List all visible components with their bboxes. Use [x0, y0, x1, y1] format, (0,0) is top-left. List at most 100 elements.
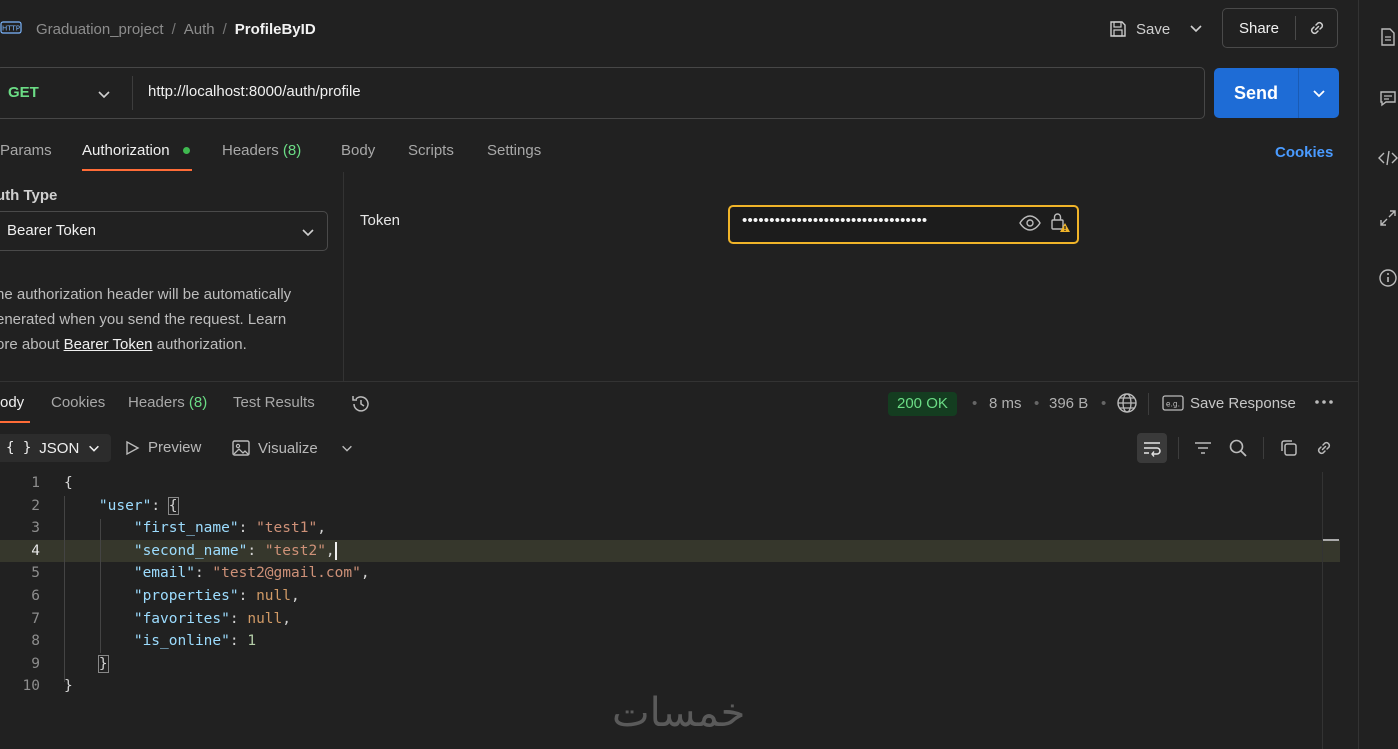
line-number: 1	[31, 475, 40, 491]
divider	[1178, 437, 1179, 459]
history-icon[interactable]	[350, 393, 372, 415]
code-line: 9 }	[0, 653, 1340, 676]
response-tab-headers[interactable]: Headers (8)	[128, 394, 207, 411]
tab-authorization[interactable]: Authorization	[82, 142, 170, 159]
chevron-down-icon[interactable]	[340, 441, 354, 455]
tab-scripts[interactable]: Scripts	[408, 142, 454, 159]
chevron-down-icon	[87, 441, 101, 455]
json-value: 1	[247, 633, 257, 650]
braces-icon: { }	[6, 440, 32, 456]
cookies-link[interactable]: Cookies	[1275, 144, 1333, 161]
eye-icon[interactable]	[1019, 215, 1041, 231]
line-number: 10	[22, 678, 40, 695]
svg-text:e.g.: e.g.	[1166, 400, 1180, 409]
documentation-icon[interactable]	[1378, 27, 1398, 47]
bracket-match: }	[97, 654, 109, 673]
format-label: JSON	[39, 439, 80, 457]
response-tab-headers-label: Headers	[128, 394, 185, 411]
tab-settings[interactable]: Settings	[487, 142, 541, 159]
divider	[132, 76, 133, 110]
play-icon	[124, 440, 140, 456]
breadcrumb-separator: /	[171, 20, 176, 38]
code-line-active: 4 "second_name": "test2",	[0, 539, 1340, 563]
globe-icon[interactable]	[1116, 392, 1138, 414]
info-icon[interactable]	[1378, 268, 1398, 288]
preview-button[interactable]: Preview	[124, 439, 201, 456]
breadcrumb-separator: /	[222, 20, 227, 38]
visualize-label: Visualize	[258, 439, 318, 457]
response-tab-body[interactable]: ody	[0, 394, 24, 411]
format-select[interactable]: { } JSON	[0, 434, 112, 462]
lock-warning-icon[interactable]	[1050, 212, 1072, 234]
http-method-select[interactable]: GET	[8, 84, 39, 101]
link-icon[interactable]	[1296, 18, 1337, 38]
tab-headers[interactable]: Headers (8)	[222, 142, 301, 159]
indent-guide	[64, 496, 65, 682]
separator-dot: •	[972, 395, 978, 412]
status-badge[interactable]: 200 OK	[888, 392, 957, 416]
headers-count: (8)	[282, 142, 302, 159]
line-number: 7	[31, 610, 40, 627]
response-tab-cookies[interactable]: Cookies	[51, 394, 105, 411]
code-line: 5 "email": "test2@gmail.com",	[0, 562, 1340, 585]
separator-dot: •	[1101, 395, 1107, 412]
response-tab-test-results[interactable]: Test Results	[233, 394, 315, 411]
token-label: Token	[360, 212, 401, 229]
json-key: "is_online"	[133, 633, 230, 650]
json-value: null	[247, 610, 283, 627]
auth-type-label: uth Type	[0, 187, 58, 204]
json-key: "first_name"	[133, 520, 239, 537]
url-input[interactable]: http://localhost:8000/auth/profile	[148, 83, 361, 100]
divider	[1263, 437, 1264, 459]
link-icon[interactable]	[1314, 438, 1334, 458]
json-key: "user"	[98, 497, 152, 514]
copy-icon[interactable]	[1279, 438, 1299, 458]
send-options-chevron-icon[interactable]	[1299, 85, 1339, 101]
line-number: 3	[31, 520, 40, 537]
headers-count: (8)	[188, 394, 208, 411]
example-icon: e.g.	[1162, 394, 1184, 412]
save-button[interactable]: Save	[1108, 16, 1170, 42]
auth-description-text: authorization.	[152, 336, 247, 353]
visualize-button[interactable]: Visualize	[232, 439, 318, 457]
tab-body[interactable]: Body	[341, 142, 375, 159]
preview-label: Preview	[148, 439, 202, 456]
filter-icon[interactable]	[1193, 438, 1213, 458]
chevron-down-icon[interactable]	[96, 86, 112, 102]
code-text: }	[64, 678, 73, 695]
editor-scrollbar[interactable]	[1322, 472, 1340, 749]
auth-description-line: enerated when you send the request. Lear…	[0, 311, 287, 328]
code-text: {	[64, 475, 73, 491]
share-button[interactable]: Share	[1223, 20, 1295, 37]
comments-icon[interactable]	[1378, 88, 1398, 108]
response-time[interactable]: 8 ms	[989, 395, 1022, 412]
search-icon[interactable]	[1228, 438, 1248, 458]
breadcrumb-collection[interactable]: Graduation_project	[36, 21, 164, 38]
line-number: 2	[31, 497, 40, 514]
breadcrumb-folder[interactable]: Auth	[184, 21, 215, 38]
code-text: "favorites": null,	[133, 610, 291, 627]
bearer-token-link[interactable]: Bearer Token	[64, 336, 153, 353]
response-body-editor[interactable]: 1{ 2 "user": { 3 "first_name": "test1", …	[0, 472, 1340, 698]
tab-params[interactable]: Params	[0, 142, 52, 159]
save-response-button[interactable]: Save Response	[1190, 395, 1296, 412]
json-key: "second_name"	[133, 542, 248, 559]
status-dot	[183, 147, 190, 154]
send-button-group: Send	[1214, 68, 1339, 118]
more-options-icon[interactable]	[1314, 394, 1334, 410]
response-size[interactable]: 396 B	[1049, 395, 1088, 412]
related-collections-icon[interactable]	[1378, 208, 1398, 228]
wrap-lines-icon[interactable]	[1137, 433, 1167, 463]
save-options-chevron-icon[interactable]	[1188, 20, 1204, 36]
auth-type-value: Bearer Token	[7, 222, 96, 239]
code-line: 3 "first_name": "test1",	[0, 517, 1340, 540]
line-number: 4	[31, 542, 40, 559]
active-tab-indicator	[82, 169, 192, 171]
json-value: null	[256, 587, 291, 604]
request-name[interactable]: ProfileByID	[235, 21, 316, 38]
tab-headers-label: Headers	[222, 142, 279, 159]
code-icon[interactable]	[1378, 148, 1398, 168]
code-text: "second_name": "test2",	[133, 541, 337, 560]
panel-divider	[343, 172, 344, 382]
send-button[interactable]: Send	[1214, 83, 1298, 104]
